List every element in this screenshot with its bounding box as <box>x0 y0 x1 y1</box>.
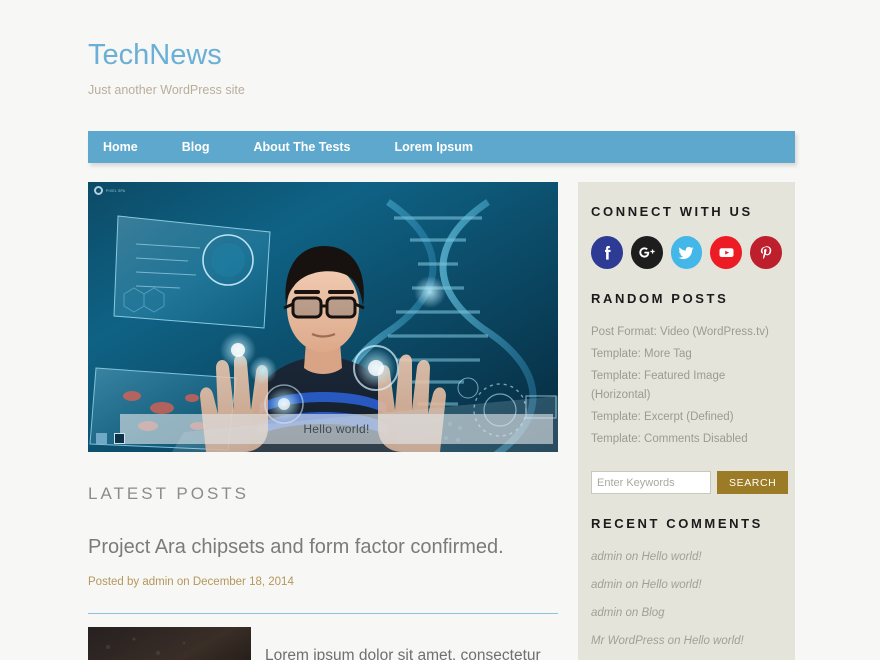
slider-dot-1[interactable] <box>96 433 107 444</box>
latest-posts-heading: LATEST POSTS <box>88 484 250 503</box>
search-form: SEARCH <box>591 471 789 494</box>
comment-item[interactable]: Mr WordPress on Hello world! <box>591 632 782 651</box>
widget-random-posts: RANDOM POSTS Post Format: Video (WordPre… <box>591 291 782 449</box>
nav-item-home[interactable]: Home <box>88 131 160 163</box>
post-divider <box>88 613 558 614</box>
pinterest-icon[interactable] <box>750 236 782 269</box>
comment-item[interactable]: admin on Hello world! <box>591 548 782 567</box>
widget-recent-comments: RECENT COMMENTS admin on Hello world! ad… <box>591 516 782 660</box>
slider-image <box>88 182 558 452</box>
google-plus-icon[interactable] <box>630 236 663 269</box>
post-title[interactable]: Project Ara chipsets and form factor con… <box>88 534 558 560</box>
nav-item-blog[interactable]: Blog <box>160 131 232 163</box>
slider-watermark: PIXEL SPA <box>94 186 125 195</box>
random-post-item[interactable]: Template: Featured Image (Horizontal) <box>591 367 782 405</box>
comment-text: Mr WordPress on Hello world! <box>591 635 744 647</box>
random-post-item[interactable]: Post Format: Video (WordPress.tv) <box>591 323 782 342</box>
thumbnail-image <box>88 627 251 660</box>
widget-connect-with-us: CONNECT WITH US <box>591 204 782 269</box>
main-content: PIXEL SPA Hello world! LATEST POSTS Proj… <box>88 182 558 660</box>
comment-text: admin on Blog <box>591 607 665 619</box>
main-navigation: Home Blog About The Tests Lorem Ipsum <box>88 131 795 163</box>
featured-slider[interactable]: PIXEL SPA Hello world! <box>88 182 558 452</box>
slider-caption: Hello world! <box>120 414 553 444</box>
teaser-title[interactable]: Lorem ipsum dolor sit amet, consectetur … <box>265 627 558 660</box>
site-title[interactable]: TechNews <box>88 38 245 72</box>
slider-dot-2[interactable] <box>114 433 125 444</box>
comment-text: admin on Hello world! <box>591 579 702 591</box>
facebook-icon[interactable] <box>591 236 623 269</box>
nav-item-lorem-ipsum[interactable]: Lorem Ipsum <box>373 131 496 163</box>
comment-item[interactable]: admin on Hello world! <box>591 576 782 595</box>
post-teaser: Lorem ipsum dolor sit amet, consectetur … <box>88 627 558 660</box>
random-posts-heading: RANDOM POSTS <box>591 291 729 306</box>
page-root: TechNews Just another WordPress site Hom… <box>0 0 880 660</box>
search-button[interactable]: SEARCH <box>717 471 789 494</box>
comment-item[interactable]: admin on Blog <box>591 604 782 623</box>
slider-pagination <box>96 433 125 444</box>
random-post-item[interactable]: Template: Excerpt (Defined) <box>591 408 782 427</box>
slider-caption-text: Hello world! <box>303 422 370 436</box>
watermark-label: PIXEL SPA <box>106 188 126 193</box>
widget-search: SEARCH <box>591 471 789 494</box>
twitter-icon[interactable] <box>670 236 703 269</box>
site-tagline: Just another WordPress site <box>88 83 245 97</box>
random-post-item[interactable]: Template: More Tag <box>591 345 782 364</box>
recent-comments-list: admin on Hello world! admin on Hello wor… <box>591 548 782 660</box>
recent-comments-heading: RECENT COMMENTS <box>591 516 763 531</box>
post-meta: Posted by admin on December 18, 2014 <box>88 576 294 588</box>
post-thumbnail[interactable] <box>88 627 251 660</box>
social-links <box>591 236 782 269</box>
connect-with-us-heading: CONNECT WITH US <box>591 204 753 219</box>
comment-text: admin on Hello world! <box>591 551 702 563</box>
watermark-ring-icon <box>94 186 103 195</box>
sidebar: CONNECT WITH US RANDOM POSTS Post Format… <box>578 182 795 660</box>
post-entry: Project Ara chipsets and form factor con… <box>88 534 558 588</box>
nav-item-about-the-tests[interactable]: About The Tests <box>232 131 373 163</box>
random-posts-list: Post Format: Video (WordPress.tv) Templa… <box>591 323 782 449</box>
random-post-item[interactable]: Template: Comments Disabled <box>591 430 782 449</box>
youtube-icon[interactable] <box>710 236 743 269</box>
search-input[interactable] <box>591 471 711 494</box>
site-header: TechNews Just another WordPress site <box>88 38 245 98</box>
